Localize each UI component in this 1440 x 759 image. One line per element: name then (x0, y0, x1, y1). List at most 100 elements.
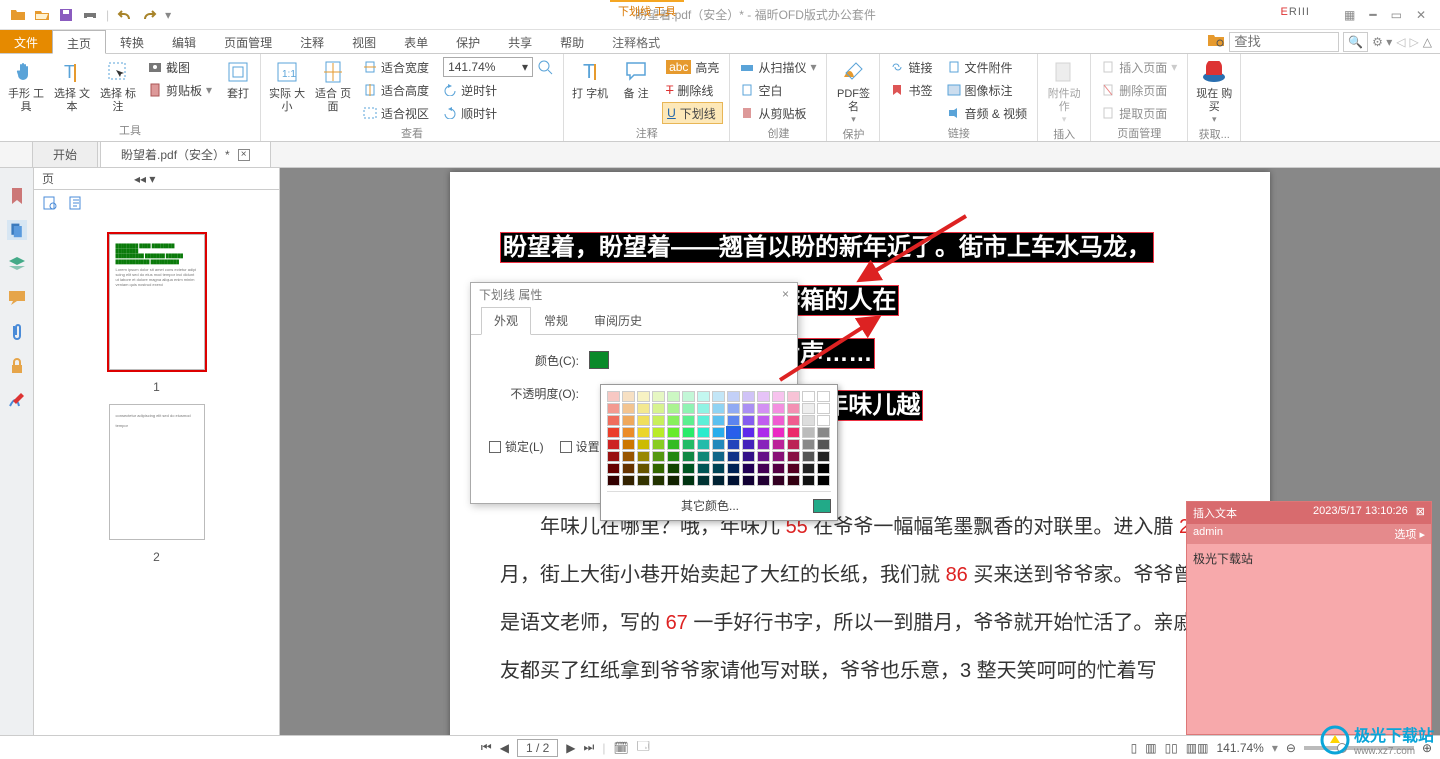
color-swatch-cell[interactable] (802, 403, 815, 414)
print-icon[interactable] (82, 7, 98, 23)
color-swatch-cell[interactable] (757, 451, 770, 462)
thumbnail-page-2[interactable]: consectetur adipiscing elit sed do eiusm… (109, 404, 205, 540)
sticky-body[interactable]: 极光下载站 (1187, 544, 1431, 573)
color-swatch-cell[interactable] (712, 451, 725, 462)
color-swatch-cell[interactable] (697, 427, 710, 438)
color-swatch-cell[interactable] (772, 403, 785, 414)
color-swatch-cell[interactable] (682, 403, 695, 414)
color-swatch-cell[interactable] (757, 391, 770, 402)
color-swatch-cell[interactable] (772, 451, 785, 462)
menu-tab-pagemgr[interactable]: 页面管理 (210, 30, 286, 53)
color-swatch-cell[interactable] (727, 451, 740, 462)
color-swatch-cell[interactable] (652, 415, 665, 426)
color-swatch-cell[interactable] (682, 463, 695, 474)
open-icon[interactable] (10, 7, 26, 23)
color-swatch-cell[interactable] (667, 475, 680, 486)
sb-tool2-icon[interactable]: 🗔 (637, 737, 650, 758)
color-swatch-cell[interactable] (682, 475, 695, 486)
color-swatch-cell[interactable] (652, 439, 665, 450)
color-swatch-cell[interactable] (622, 391, 635, 402)
color-swatch-cell[interactable] (802, 475, 815, 486)
color-swatch-cell[interactable] (742, 451, 755, 462)
color-swatch-cell[interactable] (727, 403, 740, 414)
pdf-sign-button[interactable]: PDF签 名▾ (831, 56, 875, 125)
color-swatch-cell[interactable] (667, 391, 680, 402)
link-button[interactable]: 链接 (886, 56, 936, 78)
bookmark-button[interactable]: 书签 (886, 79, 936, 101)
close-tab-icon[interactable]: × (238, 149, 250, 161)
color-swatch-cell[interactable] (757, 427, 770, 438)
other-colors-button[interactable]: 其它颜色... (607, 497, 813, 514)
undo-icon[interactable] (117, 7, 133, 23)
insert-page-button[interactable]: 插入页面▾ (1097, 56, 1181, 78)
audio-video-button[interactable]: 音频 & 视频 (943, 102, 1032, 124)
color-swatch-cell[interactable] (787, 439, 800, 450)
color-swatch-cell[interactable] (772, 391, 785, 402)
color-swatch-cell[interactable] (787, 391, 800, 402)
fit-height-button[interactable]: 适合高度 (359, 79, 433, 101)
color-swatch-cell[interactable] (622, 403, 635, 414)
color-swatch-cell[interactable] (667, 463, 680, 474)
color-swatch-cell[interactable] (607, 415, 620, 426)
color-swatch-cell[interactable] (772, 463, 785, 474)
zoom-value[interactable]: 141.74% (1216, 741, 1263, 755)
color-swatch-cell[interactable] (712, 415, 725, 426)
actual-size-button[interactable]: 1:1实际 大小 (265, 56, 309, 124)
color-swatch-cell[interactable] (652, 475, 665, 486)
sticky-options[interactable]: 选项 ▸ (1394, 526, 1425, 542)
thumb-tool-1-icon[interactable] (42, 195, 58, 214)
rail-bookmark-icon[interactable] (7, 186, 27, 206)
maximize-icon[interactable]: ▭ (1391, 8, 1402, 22)
page-indicator[interactable]: 1 / 2 (517, 739, 558, 757)
color-swatch-cell[interactable] (802, 439, 815, 450)
color-swatch-cell[interactable] (727, 439, 740, 450)
dlg-tab-appearance[interactable]: 外观 (481, 307, 531, 335)
menu-tab-home[interactable]: 主页 (52, 30, 106, 54)
dlg-tab-general[interactable]: 常规 (531, 307, 581, 334)
typewriter-button[interactable]: T打 字机 (568, 56, 612, 124)
color-swatch-cell[interactable] (607, 391, 620, 402)
collapse-ribbon-icon[interactable]: △ (1423, 35, 1432, 49)
color-swatch-cell[interactable] (667, 451, 680, 462)
color-swatch-cell[interactable] (697, 439, 710, 450)
fit-page-button[interactable]: 适合 页面 (311, 56, 355, 124)
thumb-tool-2-icon[interactable] (68, 195, 84, 214)
search-icon[interactable]: 🔍 (1343, 32, 1368, 52)
color-swatch-cell[interactable] (712, 391, 725, 402)
view-cont-icon[interactable]: ▥ (1145, 741, 1156, 755)
rotate-ccw-button[interactable]: 逆时针 (439, 79, 557, 101)
color-swatch-cell[interactable] (817, 475, 830, 486)
thumbnail-page-1[interactable]: ████████ ████ ████████ █████████████████… (109, 234, 205, 370)
color-swatch-cell[interactable] (817, 439, 830, 450)
extract-page-button[interactable]: 提取页面 (1097, 102, 1181, 124)
color-swatch-cell[interactable] (637, 463, 650, 474)
redo-icon[interactable] (141, 7, 157, 23)
color-swatch-cell[interactable] (622, 475, 635, 486)
color-swatch-cell[interactable] (787, 475, 800, 486)
color-swatch-cell[interactable] (697, 451, 710, 462)
color-swatch-cell[interactable] (802, 427, 815, 438)
sticky-note[interactable]: 插入文本 2023/5/17 13:10:26 ⊠ admin 选项 ▸ 极光下… (1186, 501, 1432, 735)
color-swatch-cell[interactable] (682, 439, 695, 450)
color-swatch-cell[interactable] (637, 451, 650, 462)
gear-icon[interactable]: ⚙ ▾ (1372, 35, 1392, 49)
color-swatch-cell[interactable] (742, 463, 755, 474)
color-swatch-cell[interactable] (652, 451, 665, 462)
color-swatch-cell[interactable] (652, 403, 665, 414)
delete-page-button[interactable]: 删除页面 (1097, 79, 1181, 101)
image-annot-button[interactable]: 图像标注 (943, 79, 1032, 101)
color-swatch-cell[interactable] (757, 403, 770, 414)
rail-sign-icon[interactable] (7, 390, 27, 410)
color-swatch-cell[interactable] (787, 427, 800, 438)
color-swatch-cell[interactable] (667, 439, 680, 450)
color-swatch-cell[interactable] (652, 463, 665, 474)
clipboard-button[interactable]: 剪贴板▾ (144, 79, 216, 101)
strikeout-button[interactable]: T删除线 (662, 79, 723, 101)
dialog-close-icon[interactable]: × (782, 287, 789, 301)
menu-file[interactable]: 文件 (0, 30, 52, 53)
attach-action-button[interactable]: 附件动 作▾ (1042, 56, 1086, 125)
qat-dropdown-icon[interactable]: ▾ (165, 8, 171, 22)
save-icon[interactable] (58, 7, 74, 23)
color-swatch-cell[interactable] (742, 403, 755, 414)
color-swatch-cell[interactable] (622, 451, 635, 462)
